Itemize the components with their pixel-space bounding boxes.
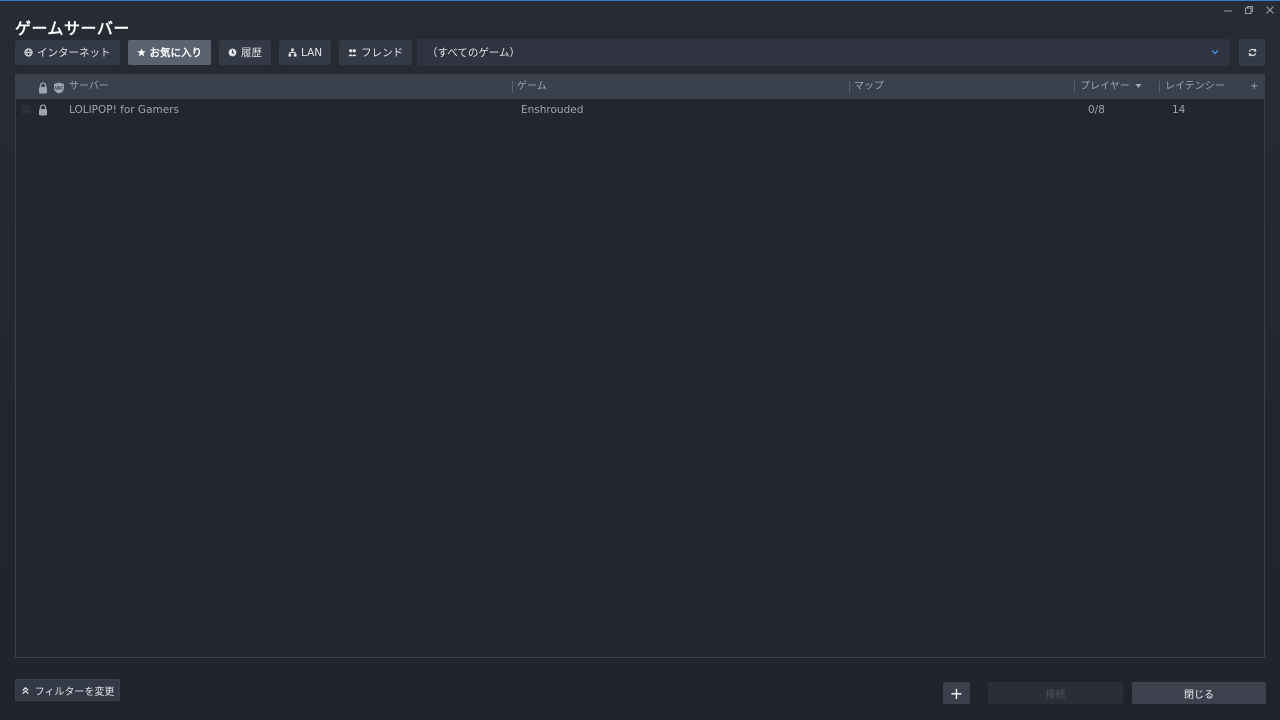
clock-icon — [228, 48, 237, 57]
friends-icon — [348, 49, 357, 57]
restore-icon[interactable] — [1242, 5, 1256, 19]
double-chevron-up-icon — [21, 686, 29, 694]
change-filter-button[interactable]: フィルターを変更 — [15, 679, 120, 701]
lock-column-icon[interactable] — [38, 80, 48, 94]
tab-favorites[interactable]: お気に入り — [127, 40, 211, 65]
connect-button[interactable]: 接続 — [988, 682, 1123, 704]
game-servers-window: ゲームサーバー インターネット お気に入り 履歴 LAN フレンド （すべてのゲ… — [0, 0, 1280, 720]
server-name: LOLIPOP! for Gamers — [69, 104, 179, 116]
add-column-button[interactable]: + — [1250, 75, 1258, 99]
server-latency: 14 — [1172, 104, 1186, 116]
close-button[interactable]: 閉じる — [1132, 682, 1266, 704]
server-game: Enshrouded — [521, 104, 584, 116]
column-divider[interactable] — [849, 81, 850, 93]
game-filter-dropdown[interactable]: （すべてのゲーム） — [417, 39, 1230, 66]
tab-history[interactable]: 履歴 — [219, 40, 271, 65]
tab-label: LAN — [301, 46, 323, 59]
server-list: VAC サーバー ゲーム マップ プレイヤー レイテンシー + LOLIPOP!… — [15, 74, 1265, 658]
svg-text:VAC: VAC — [55, 86, 64, 91]
globe-icon — [24, 48, 33, 57]
column-players-label: プレイヤー — [1080, 81, 1130, 92]
column-server[interactable]: サーバー — [69, 75, 109, 99]
server-tabs: インターネット お気に入り 履歴 LAN フレンド — [15, 40, 413, 65]
window-title: ゲームサーバー — [15, 19, 130, 38]
column-players[interactable]: プレイヤー — [1080, 75, 1142, 99]
minimize-icon[interactable] — [1221, 5, 1235, 19]
column-divider[interactable] — [1074, 81, 1075, 93]
tab-internet[interactable]: インターネット — [15, 40, 120, 65]
server-players: 0/8 — [1088, 104, 1105, 116]
star-icon — [136, 48, 146, 57]
tab-label: インターネット — [37, 47, 111, 59]
column-map[interactable]: マップ — [854, 75, 884, 99]
tab-label: 履歴 — [241, 47, 262, 59]
table-row[interactable]: LOLIPOP! for Gamers Enshrouded 0/8 14 — [16, 99, 1264, 121]
tab-label: フレンド — [361, 47, 404, 59]
close-icon[interactable] — [1263, 5, 1277, 19]
row-checkbox[interactable] — [22, 105, 31, 114]
add-server-button[interactable]: + — [943, 682, 970, 704]
tab-lan[interactable]: LAN — [279, 40, 332, 65]
network-icon — [288, 48, 297, 57]
lock-icon — [38, 104, 48, 116]
sort-descending-icon — [1135, 84, 1142, 88]
tab-friends[interactable]: フレンド — [339, 40, 413, 65]
tab-label: お気に入り — [149, 47, 203, 59]
chevron-down-icon — [1211, 50, 1219, 55]
column-divider[interactable] — [512, 81, 513, 93]
column-divider[interactable] — [1159, 81, 1160, 93]
refresh-icon — [1248, 48, 1256, 57]
column-game[interactable]: ゲーム — [517, 75, 547, 99]
game-filter-value: （すべてのゲーム） — [427, 47, 521, 59]
refresh-button[interactable] — [1239, 39, 1265, 66]
server-list-header: VAC サーバー ゲーム マップ プレイヤー レイテンシー + — [16, 75, 1264, 99]
column-latency[interactable]: レイテンシー — [1165, 75, 1225, 99]
change-filter-label: フィルターを変更 — [34, 686, 115, 698]
vac-column-icon[interactable]: VAC — [53, 80, 65, 94]
